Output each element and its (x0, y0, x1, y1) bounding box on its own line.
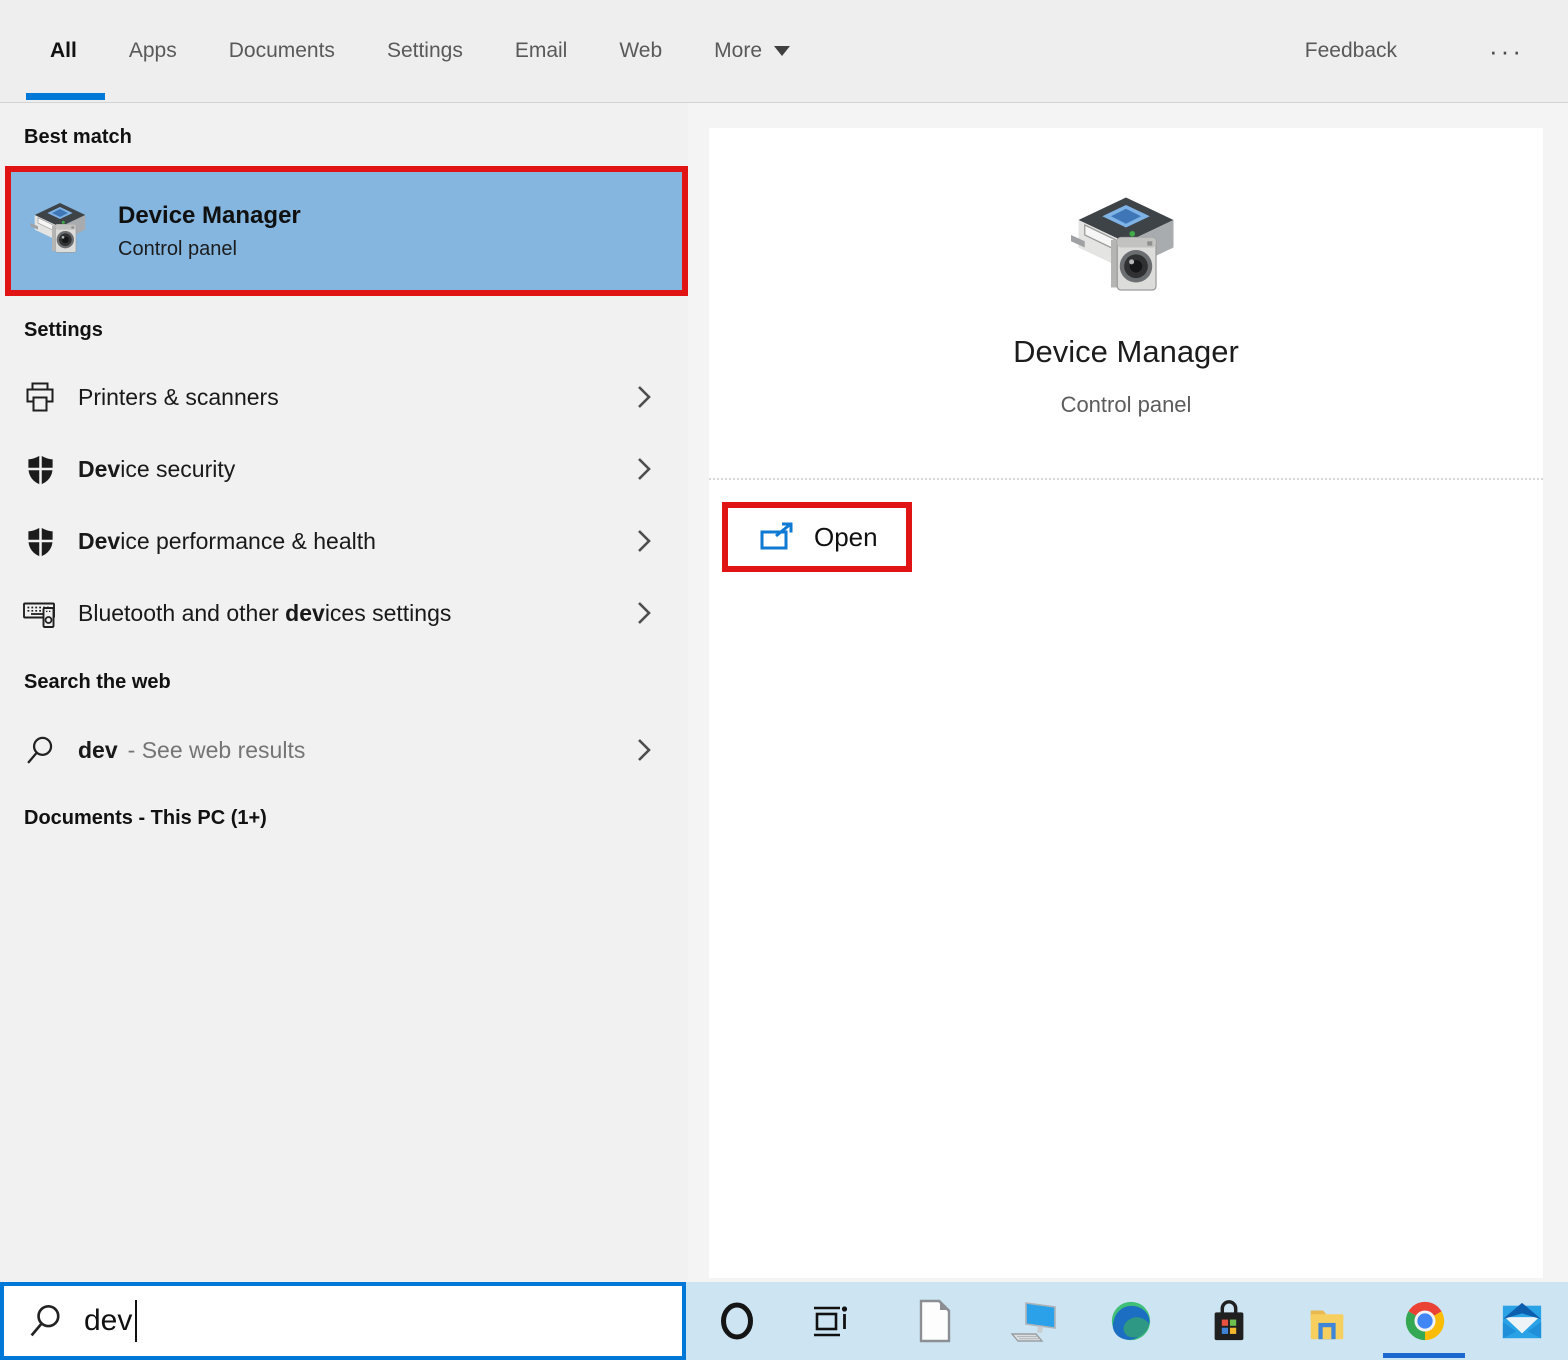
search-icon (20, 735, 60, 766)
search-input[interactable]: dev (0, 1282, 686, 1360)
tab-more[interactable]: More (714, 39, 790, 63)
chevron-right-icon (636, 599, 652, 627)
chrome-button[interactable] (1401, 1297, 1449, 1345)
chrome-icon (1402, 1298, 1448, 1344)
search-results-panel: Best match Device Manager Control panel … (0, 103, 688, 1282)
tab-web[interactable]: Web (619, 39, 662, 63)
chevron-down-icon (774, 46, 790, 56)
tab-settings[interactable]: Settings (387, 39, 463, 63)
cortana-ring-icon (715, 1299, 759, 1343)
shield-icon (20, 525, 60, 558)
active-tab-underline (26, 93, 105, 100)
result-label: Device performance & health (78, 528, 376, 555)
chrome-active-indicator (1383, 1353, 1465, 1358)
text-cursor (135, 1300, 137, 1342)
best-match-text: Device Manager Control panel (118, 202, 301, 261)
preview-card: Device Manager Control panel Open (709, 128, 1543, 1278)
tab-email[interactable]: Email (515, 39, 568, 63)
this-pc-button[interactable] (1010, 1297, 1058, 1345)
tab-apps[interactable]: Apps (129, 39, 177, 63)
chevron-right-icon (636, 383, 652, 411)
tab-documents[interactable]: Documents (229, 39, 335, 63)
device-manager-icon (28, 199, 92, 263)
overflow-menu-button[interactable]: ··· (1489, 36, 1524, 67)
chevron-right-icon (636, 736, 652, 764)
result-see-web-results[interactable]: dev- See web results (0, 714, 688, 786)
result-printers-scanners[interactable]: Printers & scanners (0, 361, 688, 433)
result-device-security[interactable]: Device security (0, 433, 688, 505)
printer-icon (20, 381, 60, 413)
cortana-button[interactable] (713, 1297, 761, 1345)
feedback-button[interactable]: Feedback (1305, 39, 1397, 63)
result-label: dev- See web results (78, 737, 305, 764)
search-icon (28, 1303, 64, 1339)
edge-icon (1108, 1298, 1154, 1344)
task-view-button[interactable] (807, 1297, 855, 1345)
result-label: Printers & scanners (78, 384, 279, 411)
device-manager-icon-large (1066, 190, 1186, 310)
shield-icon (20, 453, 60, 486)
best-match-title: Device Manager (118, 202, 301, 230)
edge-button[interactable] (1107, 1297, 1155, 1345)
result-label: Bluetooth and other devices settings (78, 600, 451, 627)
libreoffice-button[interactable] (909, 1297, 957, 1345)
microsoft-store-icon (1206, 1298, 1252, 1344)
search-filter-tabbar: All Apps Documents Settings Email Web Mo… (0, 0, 1568, 103)
result-device-performance-health[interactable]: Device performance & health (0, 505, 688, 577)
result-bluetooth-devices-settings[interactable]: Bluetooth and other devices settings (0, 577, 688, 649)
libreoffice-document-icon (911, 1298, 955, 1344)
tab-all[interactable]: All (50, 39, 77, 63)
task-view-icon (809, 1299, 853, 1343)
mail-icon (1499, 1299, 1545, 1343)
best-match-section-label: Best match (24, 123, 132, 151)
open-button-label: Open (814, 522, 878, 553)
pc-monitor-icon (1010, 1299, 1058, 1343)
documents-section-label: Documents - This PC (1+) (24, 804, 267, 832)
microsoft-store-button[interactable] (1205, 1297, 1253, 1345)
open-button[interactable]: Open (722, 502, 912, 572)
open-external-icon (760, 522, 794, 552)
preview-subtitle: Control panel (709, 392, 1543, 418)
file-explorer-icon (1304, 1298, 1350, 1344)
settings-section-label: Settings (24, 316, 103, 344)
windows-search-flyout: All Apps Documents Settings Email Web Mo… (0, 0, 1568, 1360)
chevron-right-icon (636, 527, 652, 555)
best-match-result-device-manager[interactable]: Device Manager Control panel (5, 166, 688, 296)
file-explorer-button[interactable] (1303, 1297, 1351, 1345)
search-input-value: dev (84, 1304, 132, 1338)
preview-divider (709, 478, 1543, 480)
mail-button[interactable] (1498, 1297, 1546, 1345)
best-match-subtitle: Control panel (118, 238, 301, 261)
chevron-right-icon (636, 455, 652, 483)
taskbar (686, 1282, 1568, 1360)
preview-panel: Device Manager Control panel Open (688, 103, 1568, 1282)
keyboard-devices-icon (20, 595, 60, 631)
preview-title: Device Manager (709, 334, 1543, 370)
result-label: Device security (78, 456, 235, 483)
web-section-label: Search the web (24, 668, 171, 696)
